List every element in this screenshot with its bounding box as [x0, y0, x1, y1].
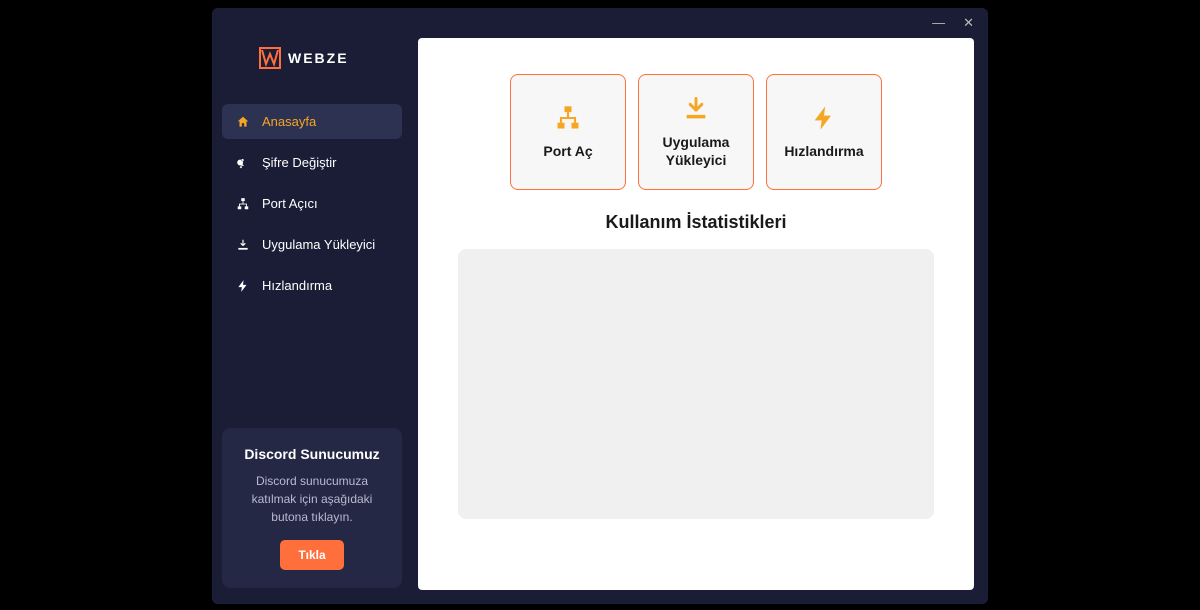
bolt-icon	[810, 104, 838, 132]
titlebar: — ✕	[932, 8, 988, 36]
key-icon	[236, 156, 250, 170]
minimize-button[interactable]: —	[932, 16, 945, 29]
download-icon	[236, 238, 250, 252]
card-hizlandirma[interactable]: Hızlandırma	[766, 74, 882, 190]
bolt-icon	[236, 279, 250, 293]
sidebar-item-label: Port Açıcı	[262, 196, 318, 211]
logo: WEBZE	[222, 28, 402, 104]
card-label: Hızlandırma	[776, 142, 871, 160]
card-label: Port Aç	[535, 142, 600, 160]
card-uygulama-yukleyici[interactable]: Uygulama Yükleyici	[638, 74, 754, 190]
sidebar-item-label: Uygulama Yükleyici	[262, 237, 375, 252]
action-cards: Port Aç Uygulama Yükleyici Hızlandırma	[510, 74, 882, 190]
network-icon	[236, 197, 250, 211]
discord-button[interactable]: Tıkla	[280, 540, 343, 570]
logo-text: WEBZE	[288, 50, 349, 66]
stats-panel	[458, 249, 934, 519]
card-label: Uygulama Yükleyici	[639, 133, 753, 169]
sidebar-item-hizlandirma[interactable]: Hızlandırma	[222, 268, 402, 303]
sidebar-item-sifre-degistir[interactable]: Şifre Değiştir	[222, 145, 402, 180]
nav: Anasayfa Şifre Değiştir Port Açıcı Uygul…	[222, 104, 402, 303]
home-icon	[236, 115, 250, 129]
sidebar-item-uygulama-yukleyici[interactable]: Uygulama Yükleyici	[222, 227, 402, 262]
sidebar-item-anasayfa[interactable]: Anasayfa	[222, 104, 402, 139]
download-icon	[682, 95, 710, 123]
stats-title: Kullanım İstatistikleri	[605, 212, 786, 233]
sidebar: WEBZE Anasayfa Şifre Değiştir Port Açıcı	[212, 8, 412, 604]
discord-description: Discord sunucumuza katılmak için aşağıda…	[236, 472, 388, 526]
discord-card: Discord Sunucumuz Discord sunucumuza kat…	[222, 428, 402, 588]
sidebar-item-label: Şifre Değiştir	[262, 155, 336, 170]
logo-icon	[258, 46, 282, 70]
app-window: — ✕ WEBZE Anasayfa	[212, 8, 988, 604]
sidebar-item-label: Hızlandırma	[262, 278, 332, 293]
close-button[interactable]: ✕	[963, 16, 974, 29]
card-port-ac[interactable]: Port Aç	[510, 74, 626, 190]
sidebar-item-port-acici[interactable]: Port Açıcı	[222, 186, 402, 221]
main-content: Port Aç Uygulama Yükleyici Hızlandırma K…	[418, 38, 974, 590]
sidebar-item-label: Anasayfa	[262, 114, 316, 129]
network-icon	[554, 104, 582, 132]
discord-title: Discord Sunucumuz	[236, 446, 388, 462]
